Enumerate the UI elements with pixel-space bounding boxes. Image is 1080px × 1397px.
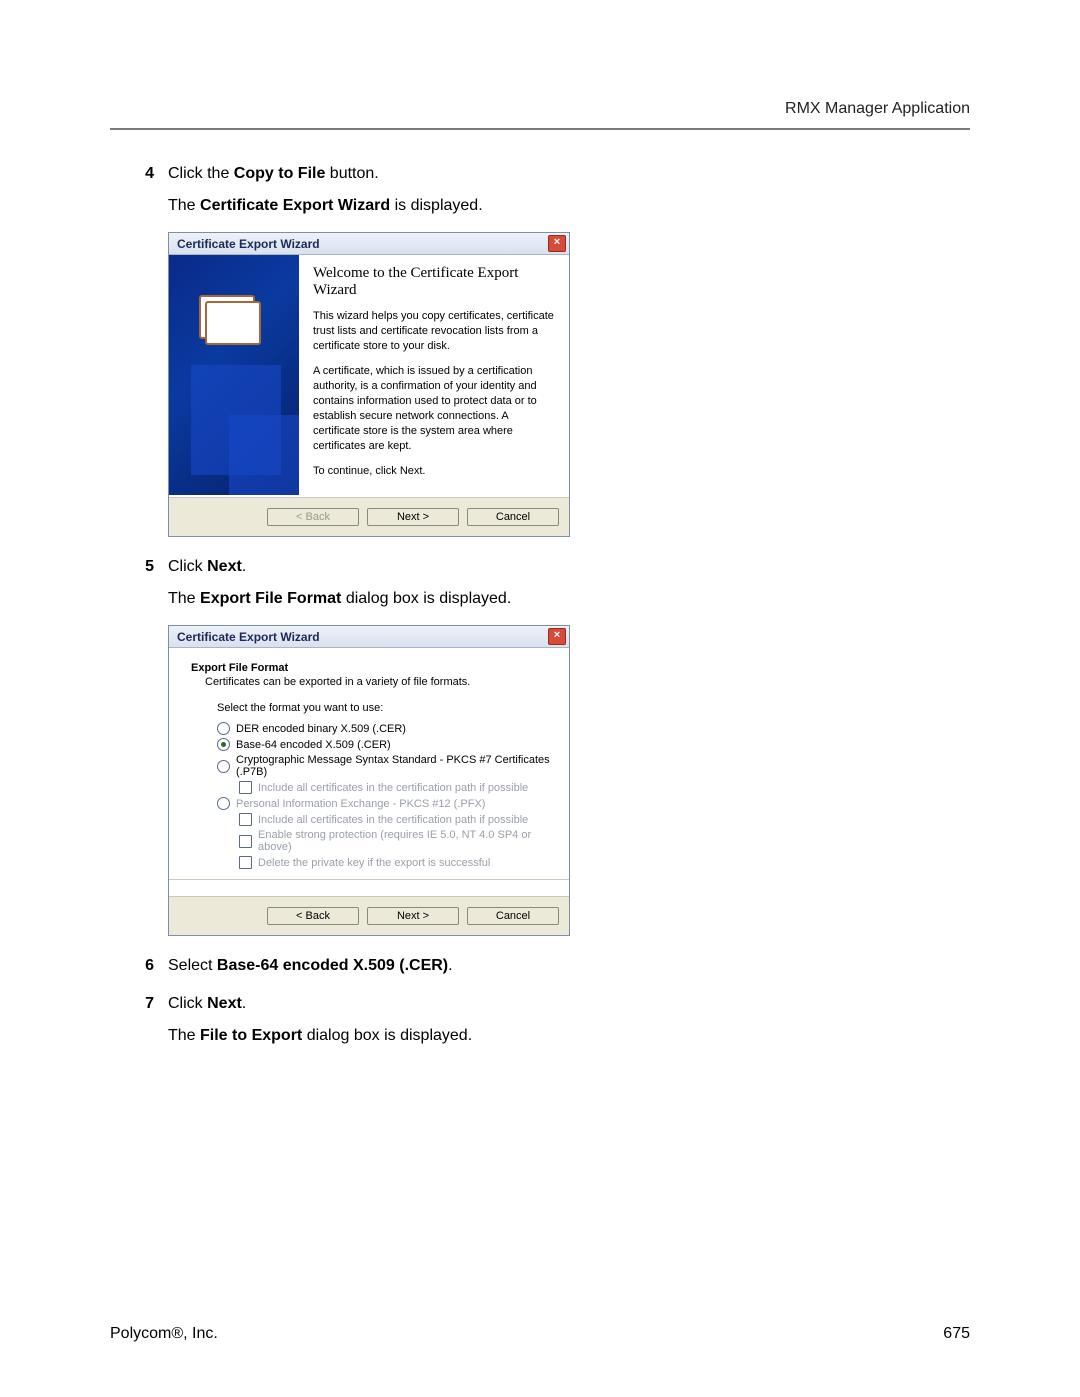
wizard-main: Welcome to the Certificate Export Wizard… xyxy=(299,255,569,497)
wizard-p2: A certificate, which is issued by a cert… xyxy=(313,364,555,454)
check-pfx-c2-label: Enable strong protection (requires IE 5.… xyxy=(258,829,551,853)
next-button[interactable]: Next > xyxy=(367,907,459,925)
step-7-line2-bold: File to Export xyxy=(200,1027,302,1044)
wizard-title: Certificate Export Wizard xyxy=(177,237,320,251)
step-5-body: Click Next. The Export File Format dialo… xyxy=(168,553,970,617)
wizard-p1: This wizard helps you copy certificates,… xyxy=(313,309,555,354)
wizard2-separator xyxy=(169,879,569,880)
running-head: RMX Manager Application xyxy=(110,100,970,118)
format-prompt: Select the format you want to use: xyxy=(217,702,551,714)
wizard2-button-row: < Back Next > Cancel xyxy=(169,896,569,935)
wizard2-title: Certificate Export Wizard xyxy=(177,630,320,644)
step-6: 6 Select Base-64 encoded X.509 (.CER). xyxy=(136,952,970,984)
step-6-text-b: . xyxy=(448,957,452,974)
next-button[interactable]: Next > xyxy=(367,508,459,526)
radio-icon xyxy=(217,738,230,751)
step-7: 7 Click Next. The File to Export dialog … xyxy=(136,990,970,1054)
step-4-body: Click the Copy to File button. The Certi… xyxy=(168,160,970,224)
wizard-side-graphic xyxy=(169,255,299,495)
wizard2-inner: Export File Format Certificates can be e… xyxy=(169,648,569,896)
step-4-line2-b: is displayed. xyxy=(390,197,483,214)
checkbox-icon xyxy=(239,813,252,826)
step-4: 4 Click the Copy to File button. The Cer… xyxy=(136,160,970,224)
step-4-number: 4 xyxy=(136,160,154,224)
radio-base64[interactable]: Base-64 encoded X.509 (.CER) xyxy=(217,738,551,751)
check-pfx-strong: Enable strong protection (requires IE 5.… xyxy=(239,829,551,853)
wizard-titlebar: Certificate Export Wizard × xyxy=(169,233,569,255)
radio-icon xyxy=(217,760,230,773)
step-7-body: Click Next. The File to Export dialog bo… xyxy=(168,990,970,1054)
step-7-line2-b: dialog box is displayed. xyxy=(302,1027,472,1044)
check-pfx-allcerts: Include all certificates in the certific… xyxy=(239,813,551,826)
step-4-text-a: Click the xyxy=(168,165,234,182)
wizard-p3: To continue, click Next. xyxy=(313,464,555,479)
step-6-number: 6 xyxy=(136,952,154,984)
radio-p7b[interactable]: Cryptographic Message Syntax Standard - … xyxy=(217,754,551,778)
check-pfx-c3-label: Delete the private key if the export is … xyxy=(258,857,490,869)
checkbox-icon xyxy=(239,835,252,848)
radio-base64-label: Base-64 encoded X.509 (.CER) xyxy=(236,739,391,751)
check-p7b-allcerts: Include all certificates in the certific… xyxy=(239,781,551,794)
step-5-number: 5 xyxy=(136,553,154,617)
wizard2-header: Export File Format xyxy=(191,662,551,674)
certificate-icon xyxy=(199,295,255,339)
check-pfx-c1-label: Include all certificates in the certific… xyxy=(258,814,528,826)
radio-p7b-label: Cryptographic Message Syntax Standard - … xyxy=(236,754,551,778)
step-7-text-a: Click xyxy=(168,995,207,1012)
radio-pfx: Personal Information Exchange - PKCS #12… xyxy=(217,797,551,810)
check-p7b-label: Include all certificates in the certific… xyxy=(258,782,528,794)
wizard-button-row: < Back Next > Cancel xyxy=(169,497,569,536)
step-7-number: 7 xyxy=(136,990,154,1054)
step-7-line2-a: The xyxy=(168,1027,200,1044)
wizard2-window: Certificate Export Wizard × Export File … xyxy=(168,625,570,936)
wizard2-sub: Certificates can be exported in a variet… xyxy=(205,676,551,688)
step-7-bold: Next xyxy=(207,995,242,1012)
radio-der-label: DER encoded binary X.509 (.CER) xyxy=(236,723,406,735)
footer-right: 675 xyxy=(943,1325,970,1343)
wizard-welcome-screenshot: Certificate Export Wizard × Welcome to t… xyxy=(168,232,970,537)
wizard-heading: Welcome to the Certificate Export Wizard xyxy=(313,265,555,299)
close-icon[interactable]: × xyxy=(548,235,566,252)
step-5-text-b: . xyxy=(242,558,246,575)
radio-icon xyxy=(217,722,230,735)
radio-icon xyxy=(217,797,230,810)
radio-der[interactable]: DER encoded binary X.509 (.CER) xyxy=(217,722,551,735)
step-5: 5 Click Next. The Export File Format dia… xyxy=(136,553,970,617)
header-rule xyxy=(110,128,970,130)
wizard-window: Certificate Export Wizard × Welcome to t… xyxy=(168,232,570,537)
back-button: < Back xyxy=(267,508,359,526)
step-5-bold: Next xyxy=(207,558,242,575)
step-5-line2-b: dialog box is displayed. xyxy=(341,590,511,607)
checkbox-icon xyxy=(239,856,252,869)
footer-left: Polycom®, Inc. xyxy=(110,1325,218,1343)
wizard2-titlebar: Certificate Export Wizard × xyxy=(169,626,569,648)
step-5-line2-bold: Export File Format xyxy=(200,590,341,607)
step-4-text-b: button. xyxy=(325,165,378,182)
step-4-line2-a: The xyxy=(168,197,200,214)
step-4-bold: Copy to File xyxy=(234,165,326,182)
wizard2-group: Select the format you want to use: DER e… xyxy=(217,702,551,869)
step-5-line2-a: The xyxy=(168,590,200,607)
page-footer: Polycom®, Inc. 675 xyxy=(110,1325,970,1343)
check-pfx-delete-key: Delete the private key if the export is … xyxy=(239,856,551,869)
step-6-bold: Base-64 encoded X.509 (.CER) xyxy=(217,957,448,974)
cancel-button[interactable]: Cancel xyxy=(467,508,559,526)
step-6-body: Select Base-64 encoded X.509 (.CER). xyxy=(168,952,970,984)
cancel-button[interactable]: Cancel xyxy=(467,907,559,925)
step-5-text-a: Click xyxy=(168,558,207,575)
checkbox-icon xyxy=(239,781,252,794)
page: RMX Manager Application 4 Click the Copy… xyxy=(0,0,1080,1397)
back-button[interactable]: < Back xyxy=(267,907,359,925)
step-4-line2-bold: Certificate Export Wizard xyxy=(200,197,390,214)
radio-pfx-label: Personal Information Exchange - PKCS #12… xyxy=(236,798,485,810)
close-icon[interactable]: × xyxy=(548,628,566,645)
step-6-text-a: Select xyxy=(168,957,217,974)
wizard-body: Welcome to the Certificate Export Wizard… xyxy=(169,255,569,497)
wizard-format-screenshot: Certificate Export Wizard × Export File … xyxy=(168,625,970,936)
step-7-text-b: . xyxy=(242,995,246,1012)
